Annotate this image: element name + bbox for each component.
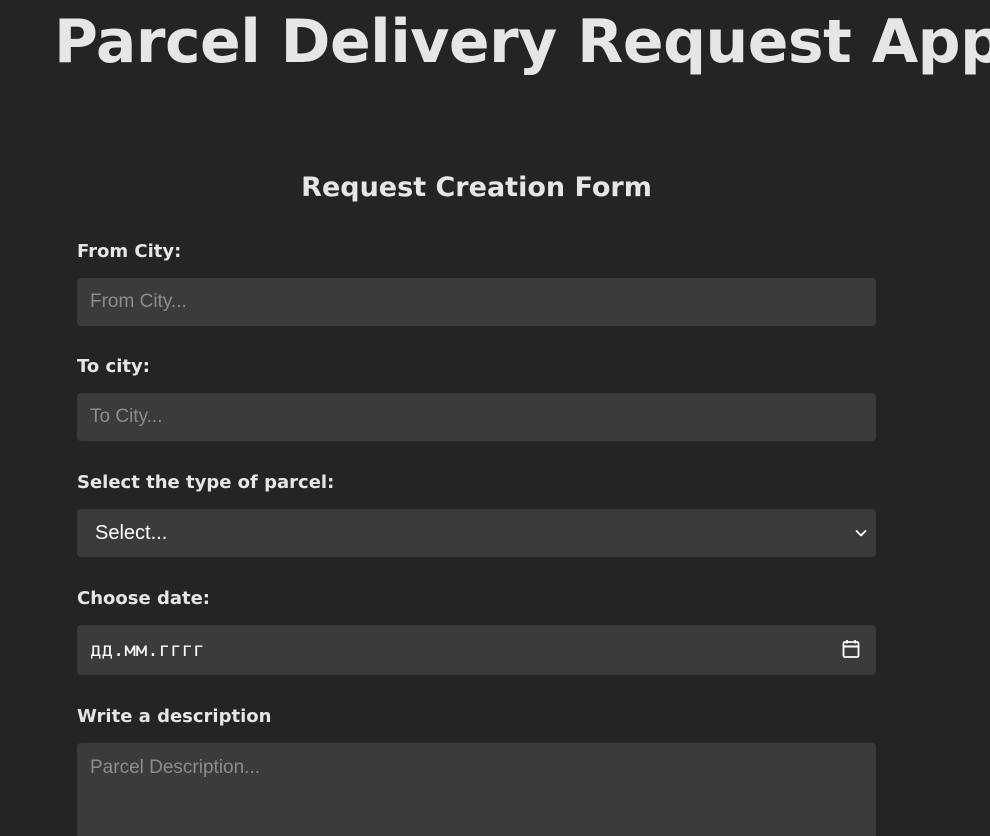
calendar-icon[interactable] [842, 639, 860, 659]
to-city-label: To city: [77, 356, 150, 377]
date-format-placeholder: дд.мм.гггг [90, 639, 205, 661]
parcel-type-label: Select the type of parcel: [77, 472, 335, 493]
parcel-type-select[interactable]: Select... [77, 509, 876, 557]
to-city-group: To city: [77, 355, 876, 441]
parcel-type-selected-value: Select... [95, 521, 168, 544]
description-textarea[interactable] [90, 757, 863, 836]
description-label: Write a description [77, 706, 272, 727]
from-city-field-wrapper [77, 278, 876, 326]
from-city-label: From City: [77, 241, 182, 262]
date-label: Choose date: [77, 588, 210, 609]
description-group: Write a description [77, 705, 876, 836]
description-field-wrapper [77, 743, 876, 836]
to-city-field-wrapper [77, 393, 876, 441]
from-city-group: From City: [77, 240, 876, 326]
from-city-input[interactable] [77, 278, 876, 326]
form-title: Request Creation Form [301, 172, 652, 203]
chevron-down-icon [855, 530, 867, 537]
to-city-input[interactable] [77, 393, 876, 441]
request-creation-form: Request Creation Form From City: To city… [77, 166, 876, 836]
date-group: Choose date: дд.мм.гггг [77, 587, 876, 675]
date-input[interactable]: дд.мм.гггг [77, 625, 876, 675]
app-title: Parcel Delivery Request App [54, 7, 990, 77]
parcel-type-group: Select the type of parcel: Select... [77, 471, 876, 557]
